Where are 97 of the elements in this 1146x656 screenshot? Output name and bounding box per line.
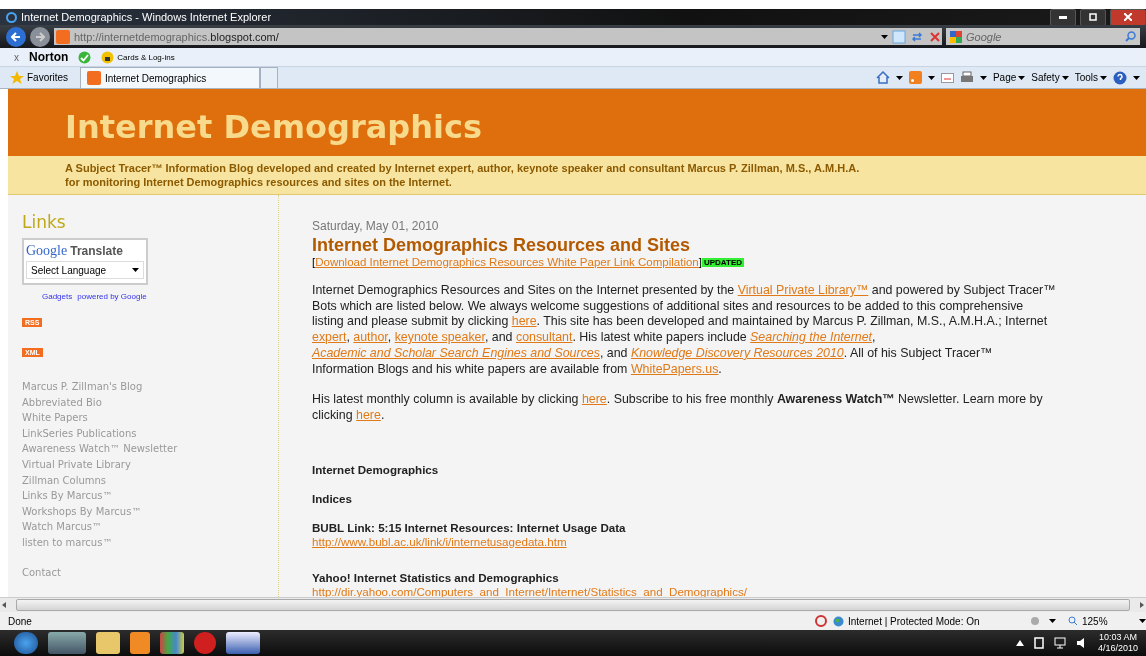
close-button[interactable] (1110, 8, 1146, 26)
search-field[interactable]: Google (946, 28, 1140, 45)
tagline-text: A Subject Tracer™ Information Blog developed and created by Internet expert, author, keynote speaker and consultant Marcus P. Zillman, M.S., A.M.H.A. (65, 161, 861, 175)
scroll-right-icon[interactable] (1138, 601, 1146, 609)
text-link[interactable]: keynote speaker (394, 330, 485, 345)
text-link[interactable]: here (581, 392, 607, 407)
window-title: Internet Demographics - Windows Internet Explorer (21, 11, 273, 23)
forward-arrow-icon (35, 31, 45, 42)
close-icon (1124, 13, 1132, 21)
maximize-icon (1089, 13, 1097, 21)
caret-icon (979, 75, 987, 80)
caret-icon (881, 34, 888, 39)
section-heading: Internet Demographics (312, 462, 440, 476)
bracket-text: ] (698, 256, 702, 268)
text-link[interactable]: author (353, 330, 388, 345)
search-icon[interactable] (1125, 31, 1136, 42)
refresh-icon[interactable] (910, 29, 924, 44)
text-link[interactable]: Academic and Scholar Search Engines and Sources (312, 345, 600, 360)
entry-link[interactable]: http://www.bubl.ac.uk/link/i/internetusagedata.htm (312, 534, 1057, 548)
stop-icon[interactable] (928, 29, 942, 44)
printer-icon[interactable] (959, 71, 974, 84)
mail-icon[interactable] (940, 72, 954, 83)
bracket-text: [ (312, 256, 316, 268)
network-icon[interactable] (1053, 637, 1066, 649)
minimize-button[interactable] (1050, 8, 1076, 26)
post-title: Internet Demographics Resources and Sites (312, 235, 692, 256)
sidebar-heading: Links (22, 212, 67, 232)
check-icon[interactable] (78, 50, 92, 64)
post-paragraph: His latest monthly column is available by clicking here. Subscribe to his free monthly Awareness Watch™ Newsletter. Learn more by clicking here. (312, 392, 1044, 424)
sidebar-link[interactable]: listen to marcus™ (22, 534, 278, 551)
google-logo: Google (26, 243, 68, 259)
sidebar-link[interactable]: Abbreviated Bio (22, 394, 278, 411)
status-text: Done (8, 615, 33, 627)
updated-badge: UPDATED (701, 257, 744, 267)
clock[interactable]: 10:03 AM 4/16/2010 (1097, 632, 1138, 654)
tray-arrow-icon[interactable] (1015, 640, 1024, 646)
sidebar-link[interactable]: Watch Marcus™ (22, 519, 278, 535)
command-menu[interactable]: Page (992, 72, 1026, 83)
feed-icon[interactable] (908, 71, 922, 84)
text-link[interactable]: Knowledge Discovery Resources 2010 (630, 345, 844, 360)
google-icon (950, 30, 962, 43)
close-button[interactable]: x (14, 51, 19, 63)
forward-button[interactable] (30, 26, 50, 47)
scroll-left-icon[interactable] (0, 601, 8, 609)
back-button[interactable] (6, 26, 26, 47)
minimize-icon (1059, 15, 1067, 19)
caret-icon (895, 75, 903, 80)
command-menu[interactable]: Tools (1074, 72, 1107, 83)
text-link[interactable]: here (356, 407, 381, 422)
sidebar-link[interactable]: Awareness Watch™ Newsletter (22, 441, 278, 457)
browser-tab[interactable]: Internet Demographics (80, 67, 260, 88)
security-zone: Internet | Protected Mode: On (833, 615, 1023, 627)
caret-icon (1100, 75, 1107, 80)
text-link[interactable]: here (511, 314, 537, 329)
contact-link[interactable]: Contact (22, 564, 278, 581)
caret-icon (1049, 619, 1056, 623)
sidebar-link[interactable]: Links By Marcus™ (22, 488, 278, 504)
norton-menu[interactable]: Norton (29, 50, 69, 64)
globe-icon (833, 615, 844, 627)
cards-menu[interactable]: Cards & Log-ins (101, 50, 175, 64)
home-icon[interactable] (875, 71, 890, 84)
help-icon[interactable] (1113, 70, 1127, 85)
section-heading: Indices (312, 491, 353, 505)
sidebar-link[interactable]: Zillman Columns (22, 472, 278, 489)
blog-title: Internet Demographics (65, 107, 482, 146)
sidebar-link[interactable]: Marcus P. Zillman's Blog (22, 379, 278, 395)
sidebar-link[interactable]: LinkSeries Publications (22, 425, 278, 442)
address-field[interactable]: http://internetdemographics.blogspot.com/ (54, 28, 942, 45)
caret-icon (1139, 619, 1146, 623)
sidebar-link[interactable]: Virtual Private Library (22, 456, 278, 473)
back-arrow-icon (11, 31, 21, 42)
tagline-text: for monitoring Internet Demographics resources and sites on the Internet. (65, 175, 453, 189)
caret-icon (1133, 75, 1140, 80)
post-date: Saturday, May 01, 2010 (312, 219, 440, 233)
start-button[interactable] (14, 632, 38, 654)
horizontal-scrollbar[interactable] (0, 597, 1146, 612)
download-link[interactable]: Download Internet Demographics Resources White Paper Link Compilation (315, 256, 699, 268)
entry-title: Yahoo! Internet Statistics and Demographics (312, 570, 560, 584)
entry-title: BUBL Link: 5:15 Internet Resources: Internet Usage Data (312, 520, 627, 534)
caret-icon (1018, 75, 1026, 80)
favorites-button[interactable]: Favorites (10, 67, 80, 88)
sidebar-link[interactable]: Workshops By Marcus™ (22, 503, 278, 520)
star-icon (10, 70, 24, 85)
caret-icon (1061, 75, 1069, 80)
caret-icon (132, 268, 139, 272)
zoom-icon (1068, 616, 1078, 626)
text-link[interactable]: Virtual Private Library™ (737, 283, 869, 297)
zoom-control[interactable]: 125% (1062, 615, 1146, 627)
post-paragraph: Internet Demographics Resources and Sites on the Internet presented by the Virtual Private Library™ and powered by Subject Tracer™ Bots which are listed below. We always welcome suggestions of additional sites and resources to be added to this comprehensive listing and please submit by clicking here. This site has been developed and maintained by Marcus P. Zillman, M.S., A.M.H.A.; Internet expert, author, keynote speaker, and consultant. His latest white papers include Searching the Internet, Academic and Scholar Search Engines and Sources, and Knowledge Discovery Resources 2010. All of his Subject Tracer™ Information Blogs and his white papers are available from WhitePapers.us. (312, 283, 1057, 378)
powered-link[interactable]: powered by Google (77, 292, 147, 301)
sidebar-link[interactable]: White Papers (22, 410, 278, 426)
command-menu[interactable]: Safety (1031, 72, 1069, 83)
maximize-button[interactable] (1080, 8, 1106, 26)
language-select[interactable]: Select Language (26, 261, 144, 279)
caret-icon (927, 75, 935, 80)
translate-label: Translate (70, 244, 123, 258)
gadgets-link[interactable]: Gadgets (42, 292, 73, 301)
